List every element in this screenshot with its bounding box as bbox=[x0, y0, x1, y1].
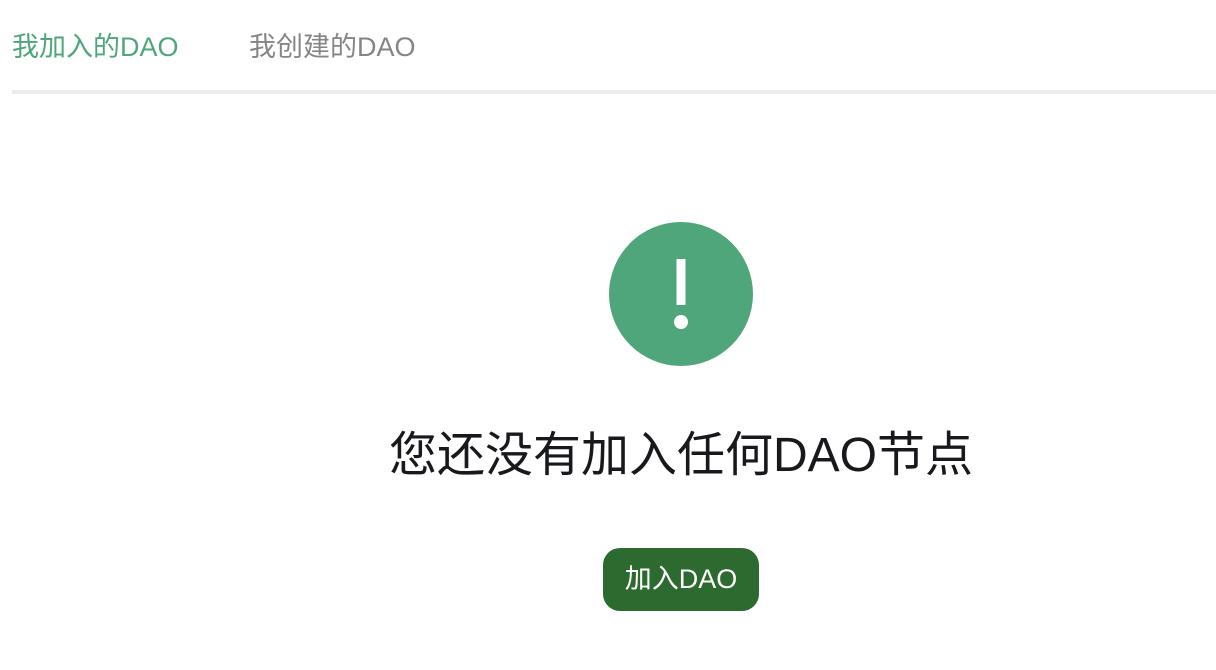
empty-state-message: 您还没有加入任何DAO节点 bbox=[389, 429, 974, 482]
tab-joined-dao[interactable]: 我加入的DAO bbox=[12, 28, 179, 66]
exclamation-circle-icon bbox=[609, 222, 753, 366]
dao-tabs: 我加入的DAO 我创建的DAO bbox=[12, 0, 1216, 94]
tab-created-dao[interactable]: 我创建的DAO bbox=[249, 28, 416, 66]
dao-page: 我加入的DAO 我创建的DAO 您还没有加入任何DAO节点 加入DAO bbox=[0, 0, 1216, 670]
join-dao-button[interactable]: 加入DAO bbox=[603, 548, 759, 611]
